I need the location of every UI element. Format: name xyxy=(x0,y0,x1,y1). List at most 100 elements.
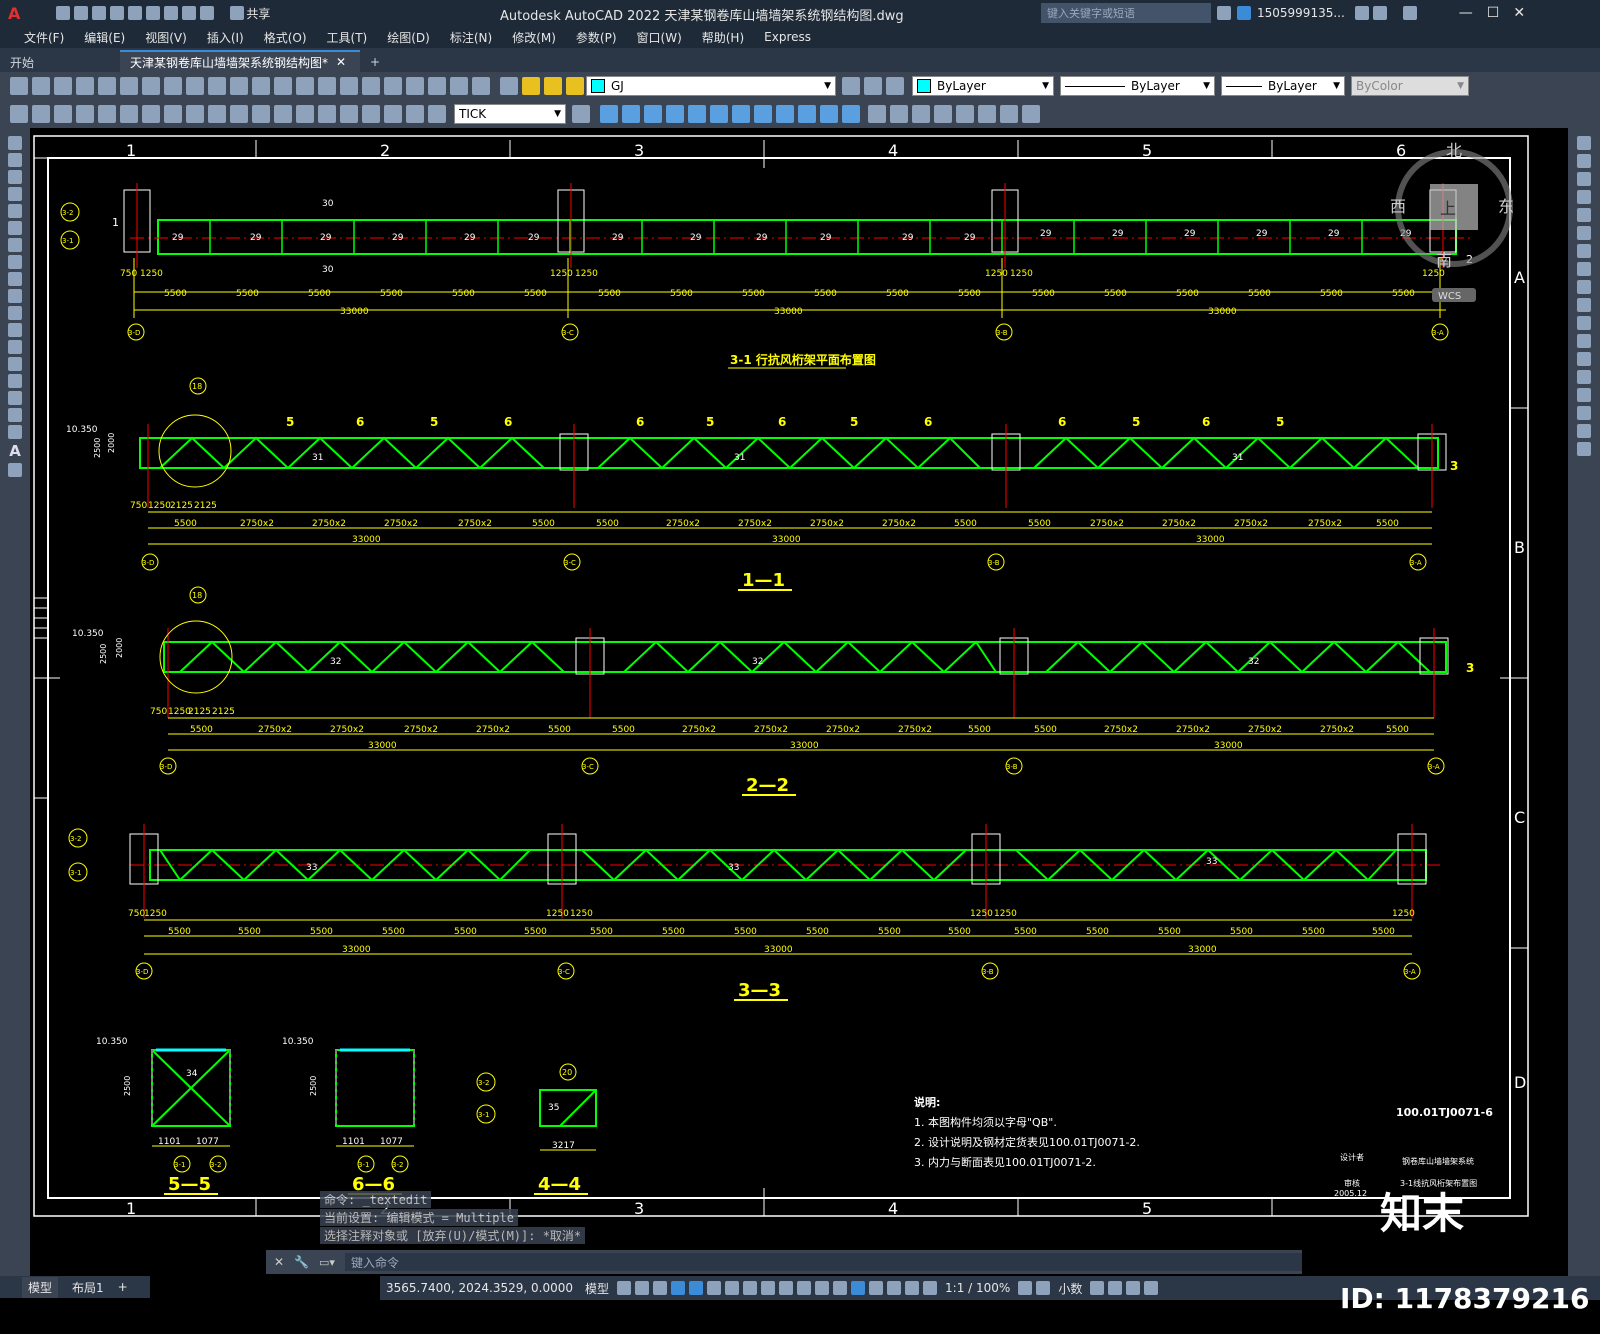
ucs-face-icon[interactable] xyxy=(934,105,952,123)
workspace-gear-icon[interactable] xyxy=(1018,1281,1033,1295)
baseline-icon[interactable] xyxy=(208,105,226,123)
lock-icon[interactable] xyxy=(566,77,584,95)
angular-icon[interactable] xyxy=(164,105,182,123)
polyline-icon[interactable] xyxy=(8,170,22,184)
dimstyle-dropdown[interactable]: TICK ▼ xyxy=(454,104,566,124)
annotation-scale[interactable]: 1:1 / 100% xyxy=(945,1281,1010,1295)
saveas-icon[interactable] xyxy=(110,6,125,20)
menu-tools[interactable]: 工具(T) xyxy=(317,29,378,46)
user-icon[interactable] xyxy=(1237,6,1251,20)
undo-tool-icon[interactable] xyxy=(230,77,248,95)
ellipse-icon[interactable] xyxy=(8,289,22,303)
layer-manager-icon[interactable] xyxy=(500,77,518,95)
ucs-zaxis-icon[interactable] xyxy=(1022,105,1040,123)
table-icon[interactable] xyxy=(8,425,22,439)
selection-filter-icon[interactable] xyxy=(869,1281,884,1295)
add-selected-icon[interactable] xyxy=(8,463,22,477)
diameter-icon[interactable] xyxy=(142,105,160,123)
viewcube-east[interactable]: 东 xyxy=(1498,197,1514,216)
move-icon[interactable] xyxy=(1577,226,1591,240)
view-front-icon[interactable] xyxy=(688,105,706,123)
match-prop-icon[interactable] xyxy=(208,77,226,95)
drawing-svg[interactable]: 1 2 3 4 5 6 1 2 3 4 5 A B C D xyxy=(30,128,1568,1298)
chamfer-icon[interactable] xyxy=(1577,388,1591,402)
spline-icon[interactable] xyxy=(8,272,22,286)
view-se-icon[interactable] xyxy=(754,105,772,123)
tab-close-icon[interactable]: ✕ xyxy=(336,55,346,69)
aligned-dim-icon[interactable] xyxy=(32,105,50,123)
sun-icon[interactable] xyxy=(544,77,562,95)
model-space-button[interactable]: 模型 xyxy=(585,1280,609,1297)
view-bottom-icon[interactable] xyxy=(622,105,640,123)
linear-dim-icon[interactable] xyxy=(10,105,28,123)
menu-modify[interactable]: 修改(M) xyxy=(502,29,566,46)
auto-scale-icon[interactable] xyxy=(923,1281,938,1295)
isodraft-icon[interactable] xyxy=(725,1281,740,1295)
units-display[interactable]: 小数 xyxy=(1058,1280,1082,1297)
menu-insert[interactable]: 插入(I) xyxy=(197,29,254,46)
copy-object-icon[interactable] xyxy=(1577,154,1591,168)
web-save-icon[interactable] xyxy=(128,6,143,20)
snap-icon[interactable] xyxy=(635,1281,650,1295)
view-nw-icon[interactable] xyxy=(798,105,816,123)
circle-icon[interactable] xyxy=(8,238,22,252)
continue-icon[interactable] xyxy=(230,105,248,123)
make-block-icon[interactable] xyxy=(8,340,22,354)
view-left-icon[interactable] xyxy=(644,105,662,123)
rectangle-icon[interactable] xyxy=(8,204,22,218)
rotate-icon[interactable] xyxy=(1577,244,1591,258)
jogged-linear-icon[interactable] xyxy=(362,105,380,123)
arc-length-icon[interactable] xyxy=(54,105,72,123)
share-button[interactable]: 共享 xyxy=(246,5,270,22)
zoom-window-icon[interactable] xyxy=(318,77,336,95)
polar-icon[interactable] xyxy=(707,1281,722,1295)
minimize-icon[interactable]: — xyxy=(1459,5,1473,21)
layer-state-icon[interactable] xyxy=(886,77,904,95)
menu-parametric[interactable]: 参数(P) xyxy=(566,29,627,46)
point-icon[interactable] xyxy=(8,357,22,371)
dim-break-icon[interactable] xyxy=(274,105,292,123)
layout-tab-model[interactable]: 模型 xyxy=(22,1276,59,1298)
ucs-view-icon[interactable] xyxy=(978,105,996,123)
quick-dim-icon[interactable] xyxy=(186,105,204,123)
plotstyle-dropdown[interactable]: ByColor ▼ xyxy=(1351,76,1469,96)
zoom-realtime-icon[interactable] xyxy=(296,77,314,95)
ucs-world-icon[interactable] xyxy=(890,105,908,123)
break-point-icon[interactable] xyxy=(1577,334,1591,348)
mtext-icon[interactable]: A xyxy=(9,442,21,460)
preview-icon[interactable] xyxy=(98,77,116,95)
ellipse-arc-icon[interactable] xyxy=(8,306,22,320)
tab-document[interactable]: 天津某钢卷库山墙墙架系统钢结构图* ✕ xyxy=(120,50,360,72)
extend-icon[interactable] xyxy=(1577,316,1591,330)
selection-cycling-icon[interactable] xyxy=(815,1281,830,1295)
viewcube-south[interactable]: 南 xyxy=(1436,251,1452,270)
autocad-logo[interactable]: A xyxy=(8,4,20,23)
quick-properties-icon[interactable] xyxy=(1090,1281,1105,1295)
view-right-icon[interactable] xyxy=(666,105,684,123)
ucs-object-icon[interactable] xyxy=(956,105,974,123)
save-icon[interactable] xyxy=(92,6,107,20)
redo-tool-icon[interactable] xyxy=(252,77,270,95)
clean-screen-icon[interactable] xyxy=(1144,1281,1159,1295)
maximize-icon[interactable]: ☐ xyxy=(1487,5,1500,21)
transparency-icon[interactable] xyxy=(797,1281,812,1295)
calculator-icon[interactable] xyxy=(450,77,468,95)
lineweight-icon[interactable] xyxy=(779,1281,794,1295)
save-file-icon[interactable] xyxy=(54,77,72,95)
menu-view[interactable]: 视图(V) xyxy=(135,29,197,46)
menu-express[interactable]: Express xyxy=(754,30,821,44)
undo-icon[interactable] xyxy=(182,6,197,20)
viewcube-north[interactable]: 北 xyxy=(1446,141,1462,160)
command-prompt-icon[interactable]: ▭▾ xyxy=(319,1256,335,1269)
view-top-icon[interactable] xyxy=(600,105,618,123)
dim-space-icon[interactable] xyxy=(252,105,270,123)
tab-add-button[interactable]: + xyxy=(360,52,390,72)
trim-icon[interactable] xyxy=(1577,298,1591,312)
named-views-icon[interactable] xyxy=(820,105,838,123)
stretch-icon[interactable] xyxy=(1577,280,1591,294)
annotation-monitor-icon[interactable] xyxy=(1036,1281,1051,1295)
mobile-icon[interactable] xyxy=(146,6,161,20)
viewcube-top[interactable]: 上 xyxy=(1440,199,1456,218)
pan-icon[interactable] xyxy=(274,77,292,95)
construction-line-icon[interactable] xyxy=(8,153,22,167)
